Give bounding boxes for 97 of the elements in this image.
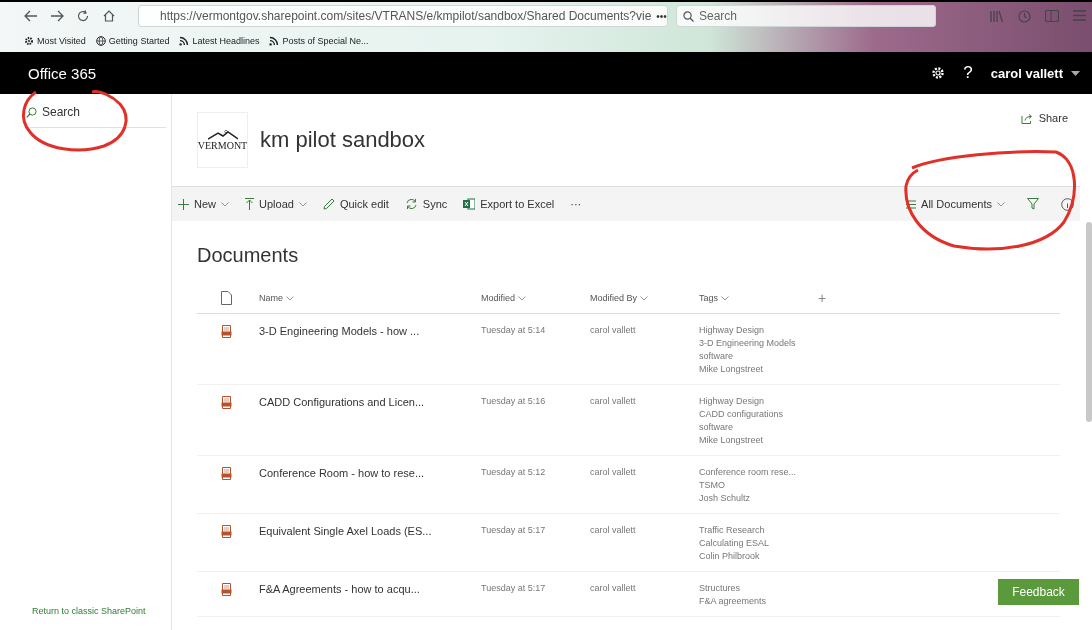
tag-text: software bbox=[699, 422, 734, 432]
modified-by: carol vallett bbox=[590, 525, 637, 537]
feed-icon bbox=[179, 36, 190, 46]
command-button[interactable]: Sync bbox=[404, 198, 448, 210]
forward-arrow-icon bbox=[50, 10, 64, 22]
modified-date: Tuesday at 5:14 bbox=[481, 325, 547, 337]
modified-date: Tuesday at 5:17 bbox=[481, 583, 547, 595]
modified-date: Tuesday at 5:16 bbox=[481, 396, 547, 408]
command-button[interactable]: Upload bbox=[245, 198, 307, 210]
tag-text: software bbox=[699, 351, 734, 361]
modified-by: carol vallett bbox=[590, 583, 637, 595]
chevron-down-icon bbox=[286, 295, 294, 301]
document-icon bbox=[221, 583, 232, 596]
bookmark-link[interactable]: Most Visited bbox=[24, 36, 86, 46]
tag-text: Josh Schultz bbox=[699, 493, 752, 503]
bookmark-link[interactable]: Latest Headlines bbox=[179, 36, 260, 46]
filter-icon[interactable] bbox=[1027, 198, 1039, 210]
file-name-link[interactable]: Equivalent Single Axel Loads (ES... bbox=[259, 525, 481, 561]
command-button[interactable]: Export to Excel bbox=[463, 198, 555, 210]
command-button[interactable]: Quick edit bbox=[322, 198, 389, 210]
app-name[interactable]: Office 365 bbox=[28, 64, 97, 82]
modified-by: carol vallett bbox=[590, 325, 637, 337]
url-text: https://vermontgov.sharepoint.com/sites/VTRANS/e/kmpilot/sandbox/Shared Documents?vie bbox=[160, 9, 652, 23]
column-header[interactable]: Modified By bbox=[590, 293, 699, 303]
browser-search-field[interactable]: Search bbox=[676, 5, 936, 27]
mountain-icon bbox=[207, 129, 238, 140]
command-button[interactable]: ··· bbox=[570, 198, 582, 210]
share-button[interactable]: Share bbox=[1020, 112, 1068, 124]
column-header[interactable]: Name bbox=[259, 293, 481, 303]
tag-text: F&A agreements bbox=[699, 596, 768, 606]
site-title: km pilot sandbox bbox=[260, 127, 426, 153]
back-arrow-icon bbox=[24, 10, 38, 22]
search-icon bbox=[683, 10, 694, 22]
file-name-link[interactable]: CADD Configurations and Licen... bbox=[259, 396, 481, 445]
tag-text: TSMO bbox=[699, 480, 726, 490]
search-field[interactable]: Search bbox=[26, 102, 166, 128]
column-header[interactable]: Modified bbox=[481, 293, 590, 303]
upload-icon bbox=[245, 198, 254, 210]
share-icon bbox=[1020, 112, 1033, 124]
file-name-link[interactable]: 3-D Engineering Models - how ... bbox=[259, 325, 481, 374]
chevron-down-icon bbox=[221, 201, 229, 207]
feed-icon bbox=[269, 36, 280, 46]
logo-text: VERMONT bbox=[197, 139, 248, 151]
spreadsheet-icon bbox=[463, 198, 476, 210]
add-column-button[interactable]: + bbox=[818, 290, 1060, 306]
info-icon[interactable] bbox=[1061, 197, 1074, 211]
modified-date: Tuesday at 5:17 bbox=[481, 525, 547, 537]
tag-text: CADD configurations bbox=[699, 409, 785, 419]
modified-date: Tuesday at 5:12 bbox=[481, 467, 547, 479]
file-name-link[interactable]: Conference Room - how to rese... bbox=[259, 467, 481, 503]
chevron-down-icon bbox=[640, 295, 649, 301]
document-icon bbox=[221, 467, 232, 480]
classic-sharepoint-link[interactable]: Return to classic SharePoint bbox=[26, 606, 166, 616]
modified-by: carol vallett bbox=[590, 396, 637, 408]
chevron-down-icon bbox=[721, 295, 729, 301]
library-title: Documents bbox=[196, 243, 300, 268]
chevron-down-icon bbox=[997, 201, 1005, 207]
list-icon bbox=[906, 199, 917, 209]
address-bar[interactable]: https://vermontgov.sharepoint.com/sites/VTRANS/e/kmpilot/sandbox/Shared Documents?vie ••• bbox=[138, 5, 668, 27]
tag-text: Traffic Research bbox=[699, 525, 766, 535]
search-icon bbox=[26, 106, 37, 118]
help-button[interactable]: ? bbox=[963, 63, 973, 83]
home-icon bbox=[103, 10, 115, 22]
tag-text: Mike Longstreet bbox=[699, 364, 765, 374]
command-button[interactable]: New bbox=[178, 198, 229, 210]
document-icon bbox=[221, 325, 232, 338]
globe-icon bbox=[95, 36, 106, 46]
tag-text: Mike Longstreet bbox=[699, 435, 765, 445]
caret-icon bbox=[1071, 70, 1080, 76]
tag-text: Calculating ESAL bbox=[699, 538, 771, 548]
page-actions-button[interactable]: ••• bbox=[656, 10, 667, 22]
scrollbar-thumb[interactable] bbox=[1086, 222, 1092, 422]
column-header[interactable]: Tags bbox=[699, 293, 818, 303]
reload-icon bbox=[77, 10, 89, 22]
tag-text: 3-D Engineering Models bbox=[699, 338, 797, 348]
search-placeholder: Search bbox=[699, 9, 738, 23]
chevron-down-icon bbox=[518, 295, 527, 301]
view-selector[interactable]: All Documents bbox=[906, 198, 1005, 210]
tag-text: Structures bbox=[699, 583, 741, 593]
sync-icon bbox=[404, 198, 418, 210]
user-menu[interactable]: carol vallett bbox=[990, 65, 1080, 81]
bookmark-link[interactable]: Getting Started bbox=[95, 36, 170, 46]
file-name-link[interactable]: F&A Agreements - how to acqu... bbox=[259, 583, 481, 606]
document-icon bbox=[221, 396, 232, 409]
chevron-down-icon bbox=[298, 201, 307, 207]
tag-text: Colin Philbrook bbox=[699, 551, 761, 561]
document-icon bbox=[221, 291, 232, 305]
bookmark-link[interactable]: Posts of Special Ne... bbox=[269, 36, 369, 46]
tag-text: Highway Design bbox=[699, 325, 766, 335]
tag-text: Conference room rese... bbox=[699, 467, 798, 477]
plus-icon bbox=[178, 198, 189, 210]
modified-by: carol vallett bbox=[590, 467, 637, 479]
settings-icon[interactable] bbox=[931, 66, 946, 80]
gear-icon bbox=[24, 36, 34, 46]
tag-text: Highway Design bbox=[699, 396, 766, 406]
document-icon bbox=[221, 525, 232, 538]
pencil-icon bbox=[322, 198, 335, 210]
